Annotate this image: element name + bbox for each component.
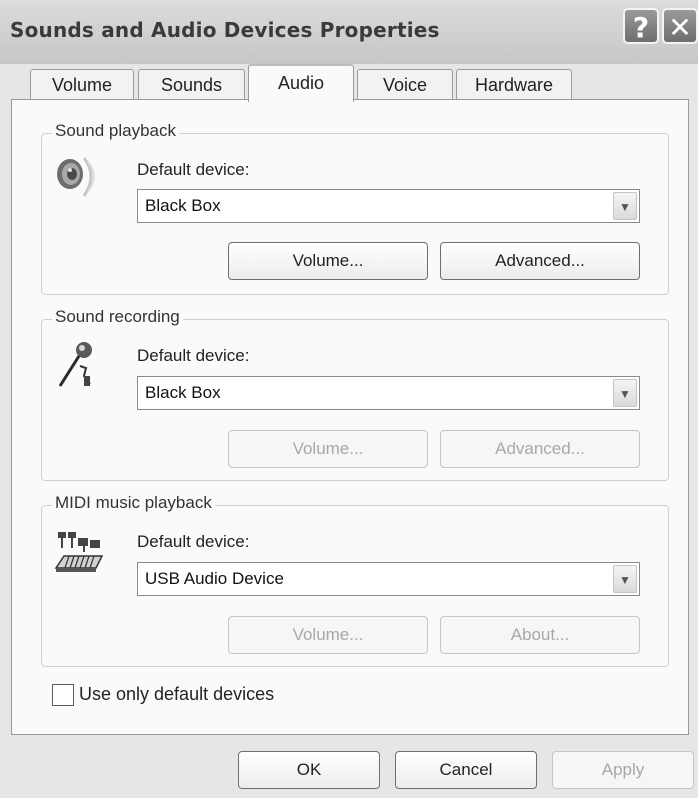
midi-playback-volume-button: Volume... <box>228 616 428 654</box>
sound-playback-group: Sound playback Default device: Black Box… <box>41 121 669 295</box>
tab-hardware[interactable]: Hardware <box>456 69 572 101</box>
sound-recording-device-select[interactable]: Black Box ▼ <box>137 376 640 410</box>
midi-playback-device-label: Default device: <box>137 532 250 551</box>
midi-playback-device-select[interactable]: USB Audio Device ▼ <box>137 562 640 596</box>
sound-recording-advanced-button: Advanced... <box>440 430 640 468</box>
tab-strip: Volume Sounds Audio Voice Hardware <box>0 64 698 102</box>
tab-audio[interactable]: Audio <box>248 64 354 102</box>
sound-playback-device-label: Default device: <box>137 160 250 179</box>
window-title: Sounds and Audio Devices Properties <box>10 18 440 42</box>
help-button[interactable]: ? <box>623 8 659 44</box>
sound-playback-device-value: Black Box <box>145 196 221 215</box>
midi-keyboard-icon <box>54 532 104 572</box>
sound-recording-device-value: Black Box <box>145 383 221 402</box>
use-default-devices-checkbox[interactable] <box>52 684 74 706</box>
tab-voice[interactable]: Voice <box>357 69 453 101</box>
sound-playback-volume-button[interactable]: Volume... <box>228 242 428 280</box>
sound-playback-advanced-button[interactable]: Advanced... <box>440 242 640 280</box>
sound-recording-legend: Sound recording <box>52 307 183 327</box>
close-button[interactable]: ✕ <box>662 8 698 44</box>
sound-playback-device-select[interactable]: Black Box ▼ <box>137 189 640 223</box>
cancel-button[interactable]: Cancel <box>395 751 537 789</box>
apply-button: Apply <box>552 751 694 789</box>
midi-playback-about-button: About... <box>440 616 640 654</box>
midi-playback-group: MIDI music playback Default device: USB … <box>41 493 669 667</box>
chevron-down-icon[interactable]: ▼ <box>613 379 637 407</box>
sound-recording-volume-button: Volume... <box>228 430 428 468</box>
ok-button[interactable]: OK <box>238 751 380 789</box>
sound-recording-device-label: Default device: <box>137 346 250 365</box>
sound-playback-legend: Sound playback <box>52 121 179 141</box>
sound-recording-group: Sound recording Default device: Black Bo… <box>41 307 669 481</box>
tab-volume[interactable]: Volume <box>30 69 134 101</box>
title-bar: Sounds and Audio Devices Properties ? ✕ <box>0 0 698 64</box>
use-default-devices-label[interactable]: Use only default devices <box>79 684 274 705</box>
chevron-down-icon[interactable]: ▼ <box>613 192 637 220</box>
microphone-icon <box>58 342 92 387</box>
speaker-icon <box>57 157 95 197</box>
tab-sounds[interactable]: Sounds <box>138 69 245 101</box>
midi-playback-device-value: USB Audio Device <box>145 569 284 588</box>
chevron-down-icon[interactable]: ▼ <box>613 565 637 593</box>
midi-playback-legend: MIDI music playback <box>52 493 215 513</box>
